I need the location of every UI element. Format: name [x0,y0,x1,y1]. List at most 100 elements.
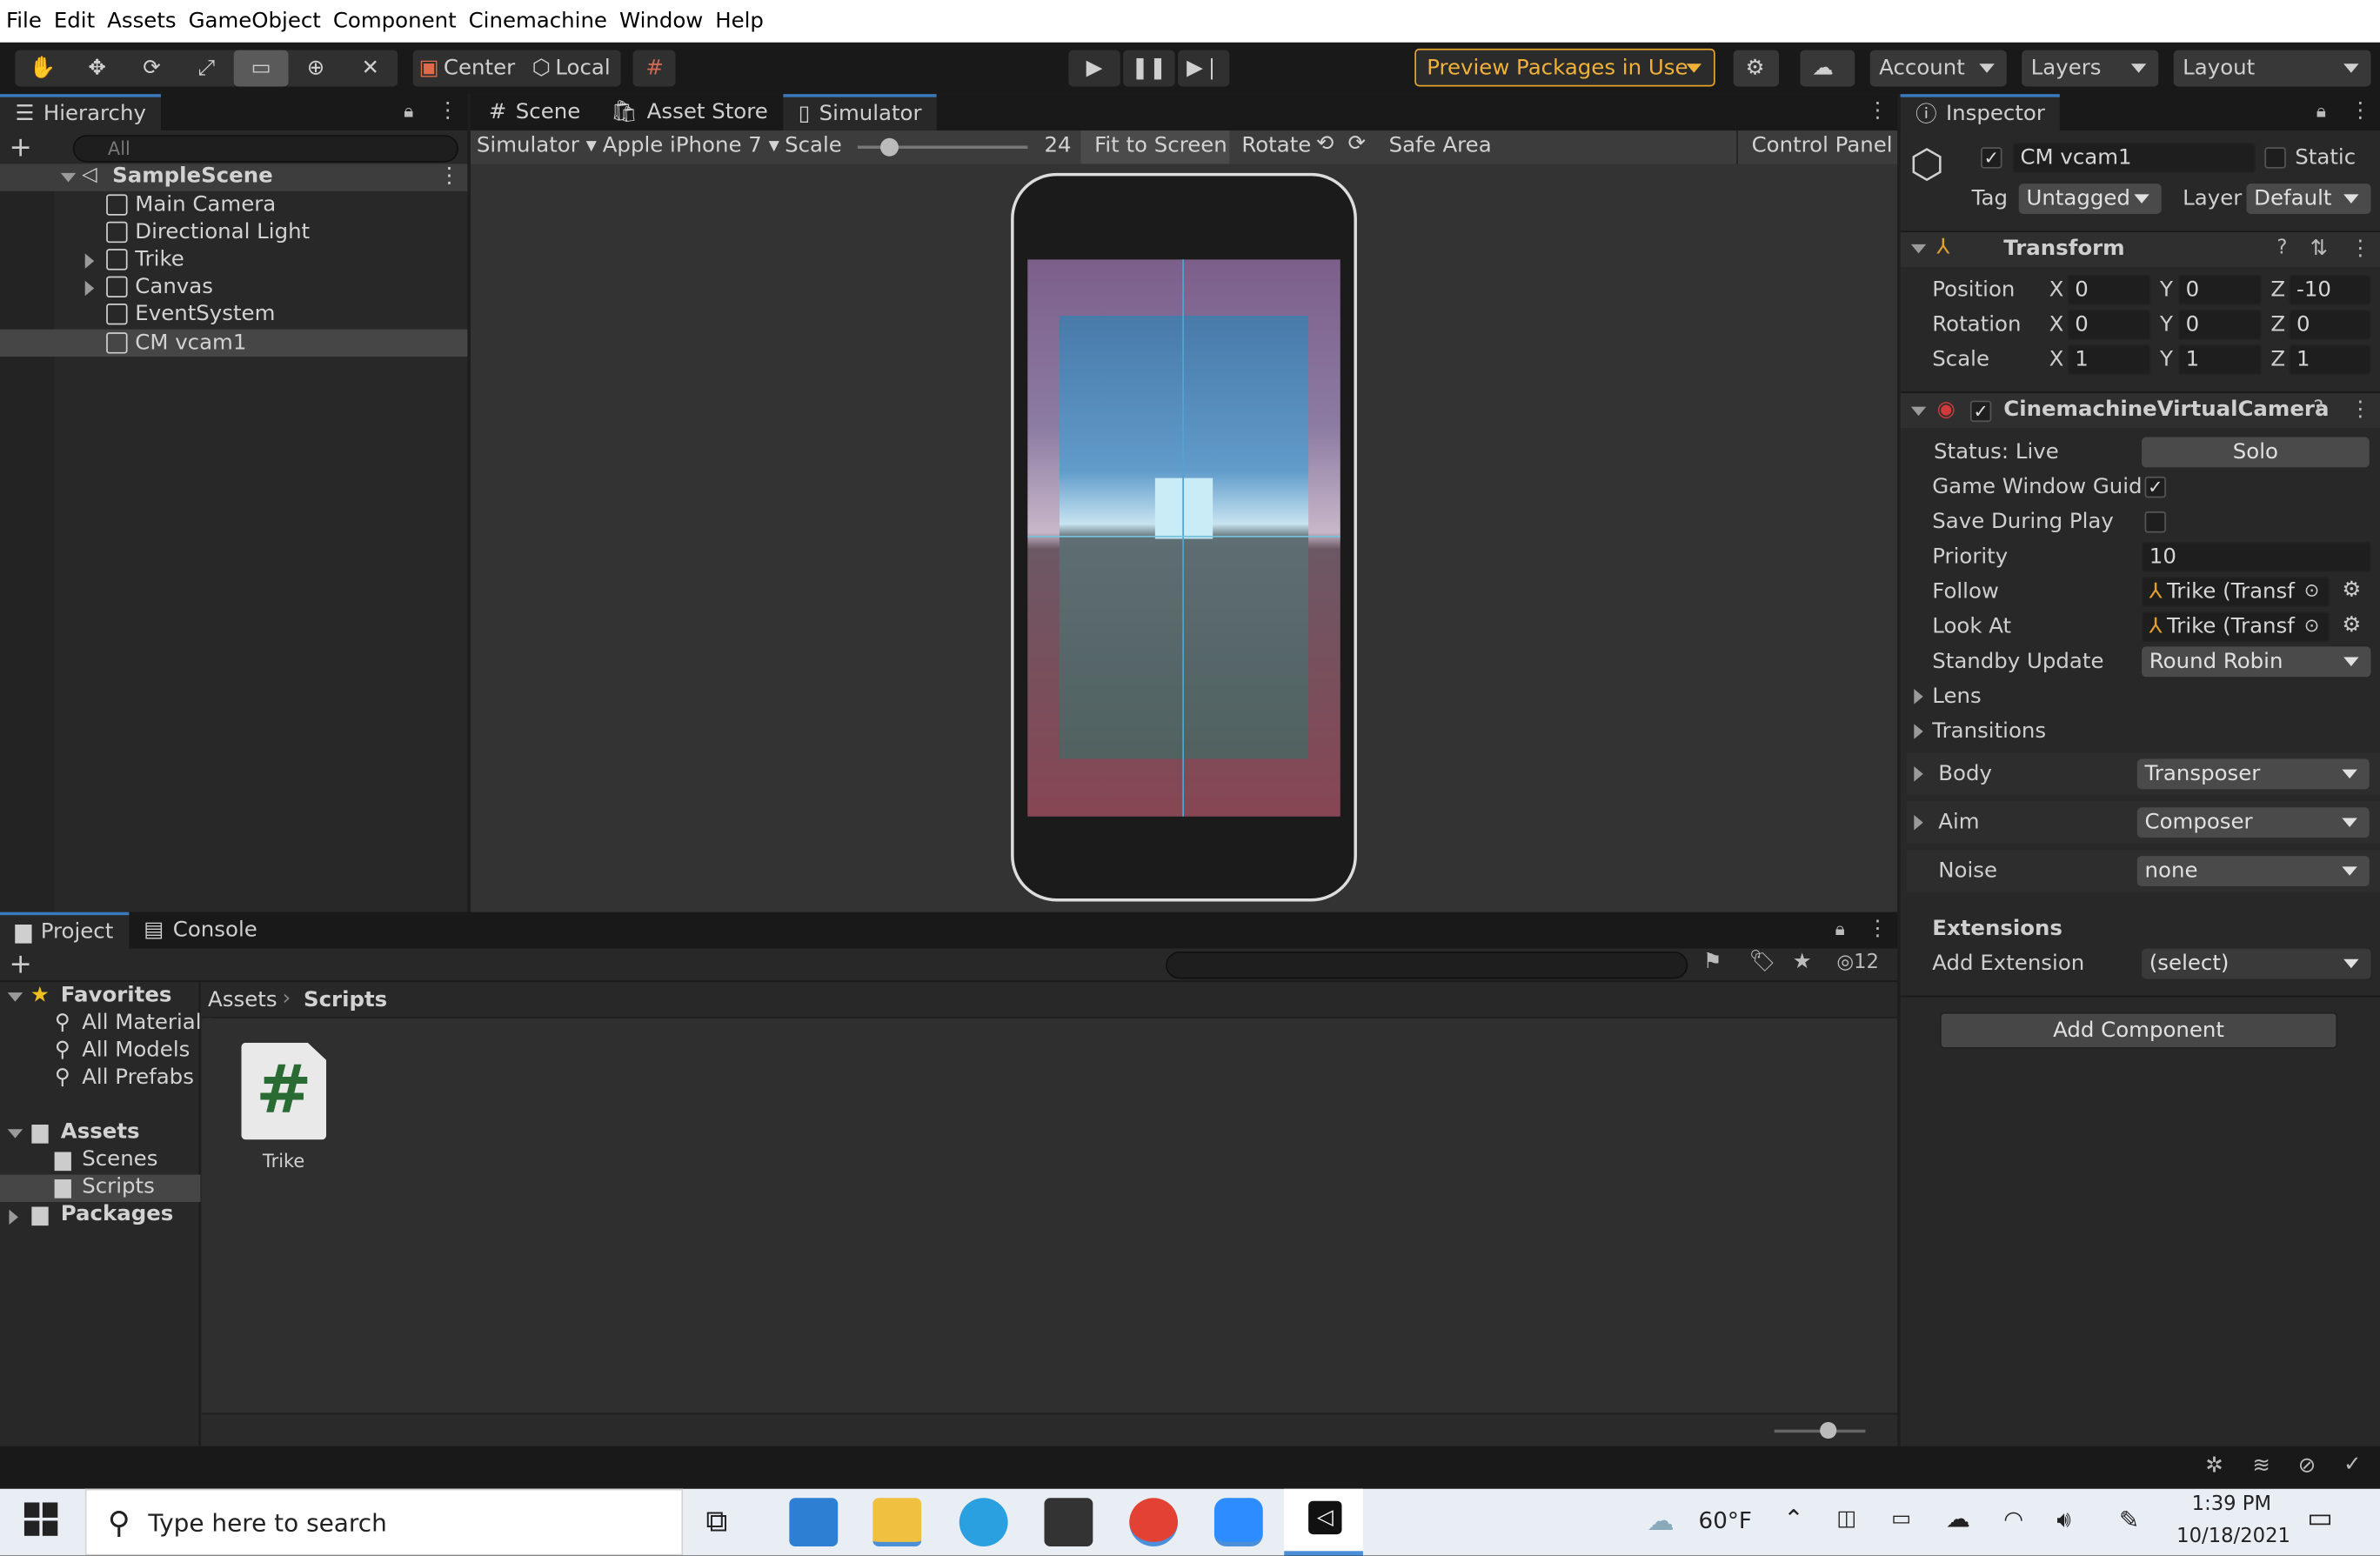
folder-item[interactable]: Scenes [82,1147,157,1172]
collapse-arrow-icon[interactable] [1910,244,1927,254]
scene-menu-icon[interactable]: ⋮ [438,164,459,188]
hierarchy-item[interactable]: Main Camera [106,191,276,218]
menu-window[interactable]: Window [619,9,703,33]
progress-check-icon[interactable]: ✓ [2343,1452,2361,1477]
mail-icon[interactable] [789,1498,839,1547]
services-icon[interactable]: ⚙ [1733,50,1780,87]
tab-project[interactable]: ▆ Project [0,912,129,949]
pivot-local-button[interactable]: ⬡ Local [521,50,621,87]
menu-edit[interactable]: Edit [54,9,95,33]
lens-foldout[interactable]: Lens [1932,685,1981,709]
auto-generate-icon[interactable]: ⊘ [2298,1454,2316,1479]
rotate-tool-icon[interactable]: ⟳ [124,50,179,87]
simulator-mode-dropdown[interactable]: Simulator ▾ [477,134,597,158]
layers-dropdown[interactable]: Layers [2022,50,2159,87]
script-file-icon[interactable]: # [241,1042,327,1140]
settings-gear-icon[interactable]: ⚙ [2342,613,2361,638]
more-menu-icon[interactable]: ⋮ [1867,98,1888,123]
standby-update-dropdown[interactable]: Round Robin [2142,646,2371,678]
scale-y-field[interactable]: 1 [2177,344,2262,375]
more-menu-icon[interactable]: ⋮ [438,98,458,123]
transitions-foldout[interactable]: Transitions [1932,719,2046,744]
taskbar-search[interactable]: ⚲ Type here to search [84,1488,684,1556]
assets-folder-label[interactable]: Assets [61,1120,140,1145]
collapse-arrow-icon[interactable] [1910,406,1927,417]
fit-to-screen-button[interactable]: Fit to Screen [1080,130,1230,164]
onedrive-icon[interactable]: ☁ [1946,1504,1970,1533]
settings-gear-icon[interactable]: ⚙ [2342,578,2361,603]
more-menu-icon[interactable]: ⋮ [2350,98,2370,123]
expand-arrow-icon[interactable] [1914,766,1923,782]
expand-arrow-icon[interactable] [84,253,95,269]
active-checkbox[interactable]: ✓ [1981,147,2002,169]
windows-start-icon[interactable] [23,1502,58,1536]
expand-arrow-icon[interactable] [7,1129,23,1139]
zoom-icon[interactable] [1213,1498,1263,1547]
menu-help[interactable]: Help [715,9,764,33]
notifications-icon[interactable]: ▭ [2307,1502,2333,1534]
tab-console[interactable]: ▤ Console [129,912,272,949]
label-icon[interactable]: 🏷︎ [1748,950,1775,974]
layer-dropdown[interactable]: Default [2246,184,2371,215]
expand-arrow-icon[interactable] [1914,689,1923,705]
favorites-label[interactable]: Favorites [61,984,172,1008]
rotate-left-icon[interactable]: ⟲ [1316,132,1334,157]
hand-tool-icon[interactable]: ✋ [15,50,70,87]
chevron-up-icon[interactable]: ⌃ [1783,1504,1803,1533]
tab-hierarchy[interactable]: ☰ Hierarchy [0,94,162,131]
component-menu-icon[interactable]: ⋮ [2350,237,2370,261]
menu-component[interactable]: Component [333,9,457,33]
expand-arrow-icon[interactable] [84,280,95,297]
transform-header[interactable] [1900,230,2380,268]
clock-time[interactable]: 1:39 PM [2192,1493,2271,1516]
pivot-center-button[interactable]: ▣ Center [413,50,522,87]
menu-gameobject[interactable]: GameObject [189,9,321,33]
debug-icon[interactable]: ✲ [2205,1454,2223,1479]
scene-row[interactable]: ◁ SampleScene ⋮ [0,164,468,191]
scale-slider-thumb[interactable] [880,137,899,157]
grid-snap-icon[interactable]: # [633,50,677,87]
clock-date[interactable]: 10/18/2021 [2176,1526,2290,1548]
file-explorer-icon[interactable] [872,1498,922,1547]
position-x-field[interactable]: 0 [2067,274,2151,305]
menu-file[interactable]: File [6,9,42,33]
account-dropdown[interactable]: Account [1869,50,2007,87]
hidden-packages-toggle[interactable]: ◎12 [1836,952,1879,974]
save-during-play-checkbox[interactable] [2144,511,2166,533]
asset-file-label[interactable]: Trike [263,1151,304,1172]
static-label[interactable]: Static [2295,146,2356,170]
volume-icon[interactable]: 🔊︎ [2056,1506,2070,1533]
scale-tool-icon[interactable]: ⤢ [179,50,234,87]
solo-button[interactable]: Solo [2142,437,2370,468]
hierarchy-item[interactable]: EventSystem [106,300,275,327]
step-button[interactable]: ▶❘ [1178,50,1230,87]
pen-icon[interactable]: ✎ [2119,1506,2139,1534]
help-icon[interactable]: ? [2313,397,2323,420]
tag-dropdown[interactable]: Untagged [2018,184,2162,215]
folder-item[interactable]: Scripts [82,1175,155,1199]
packages-folder-label[interactable]: Packages [61,1202,174,1226]
project-search-input[interactable] [1166,952,1688,979]
lock-icon[interactable]: 🔒︎ [1835,918,1845,941]
search-by-type-icon[interactable]: ⚑ [1703,950,1722,974]
rotation-z-field[interactable]: 0 [2289,309,2371,340]
battery-icon[interactable]: ▭ [1891,1507,1911,1532]
add-extension-dropdown[interactable]: (select) [2142,948,2371,979]
edge-icon[interactable] [959,1498,1008,1547]
hierarchy-item-selected[interactable]: CM vcam1 [106,330,246,357]
look-at-field[interactable]: ⅄ Trike (Transf [2142,611,2330,643]
weather-icon[interactable]: ☁ [1647,1506,1674,1538]
hierarchy-item[interactable]: Directional Light [106,218,310,245]
scale-x-field[interactable]: 1 [2067,344,2151,375]
device-dropdown[interactable]: Apple iPhone 7 ▾ [603,134,779,158]
rotation-x-field[interactable]: 0 [2067,309,2151,340]
favorite-star-icon[interactable]: ★ [1793,950,1812,974]
safe-area-toggle[interactable]: Safe Area [1389,134,1492,158]
wifi-icon[interactable]: ◠ [2003,1506,2023,1533]
expand-arrow-icon[interactable] [1914,815,1923,831]
scale-z-field[interactable]: 1 [2289,344,2371,375]
noise-dropdown[interactable]: none [2136,856,2370,887]
expand-arrow-icon[interactable] [7,992,23,1002]
chrome-icon[interactable] [1129,1498,1179,1547]
task-view-icon[interactable]: ⧉ [705,1502,727,1539]
